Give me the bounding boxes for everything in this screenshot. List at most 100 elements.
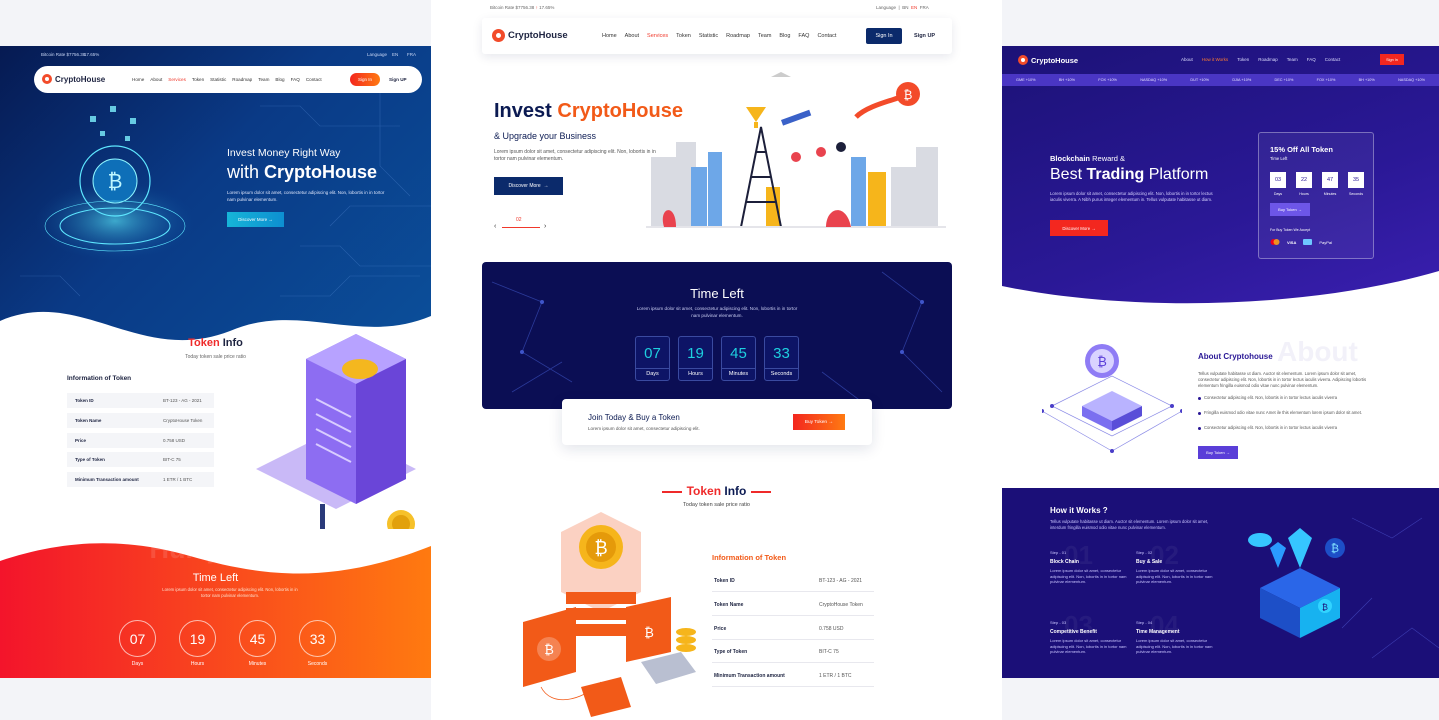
language-switcher: Language | BN EN FRA — [876, 5, 929, 10]
token-info-title-1: Token — [188, 337, 220, 349]
nav-services[interactable]: Services — [168, 77, 186, 82]
countdown-seconds: 33 — [299, 620, 336, 657]
about-title: About Cryptohouse — [1198, 352, 1273, 361]
table-row: Token Name CryptoHouse Token — [712, 594, 874, 616]
title-dash — [661, 491, 682, 493]
token-table-heading: Information of Token — [67, 375, 132, 382]
language-label: Language — [367, 52, 388, 57]
row-key: Token ID — [714, 578, 735, 584]
nav-statistic[interactable]: Statistic — [699, 33, 718, 39]
discover-more-button[interactable]: Discover More → — [494, 177, 563, 195]
about-list-item: Consectetur adipiscing elit. Non, lobort… — [1198, 425, 1378, 431]
nav-contact[interactable]: Contact — [306, 77, 322, 82]
nav-faq[interactable]: FAQ — [1307, 57, 1316, 62]
sign-up-button[interactable]: Sign UP — [389, 77, 407, 82]
discover-label: Discover More — [1062, 225, 1091, 231]
table-row: Price 0.758 USD — [67, 433, 214, 448]
step-watermark: 03 — [1064, 610, 1093, 640]
discover-label: Discover More — [508, 183, 541, 189]
nav-roadmap[interactable]: Roadmap — [726, 33, 750, 39]
nav-how-it-works[interactable]: How it Works — [1202, 57, 1228, 62]
card-icon — [1303, 239, 1313, 245]
row-value: 1 ETR / 1 BTC — [163, 477, 193, 482]
logo[interactable]: CryptoHouse — [1018, 55, 1078, 65]
svg-text:₿: ₿ — [594, 538, 607, 559]
nav-about[interactable]: About — [625, 33, 639, 39]
row-key: Type of Token — [714, 649, 748, 655]
countdown-label: Hours — [1299, 192, 1309, 196]
step-card: 04 Step - 04 Time Management Lorem ipsum do… — [1136, 610, 1216, 655]
trend-icon: ↑ — [535, 5, 538, 10]
title-1: Best — [1050, 166, 1083, 183]
logo[interactable]: CryptoHouse — [42, 74, 105, 84]
discover-more-button[interactable]: Discover More → — [227, 212, 284, 227]
nav-token[interactable]: Token — [192, 77, 204, 82]
nav-faq[interactable]: FAQ — [798, 33, 809, 39]
countdown-label: Minutes — [248, 661, 267, 667]
nav-team[interactable]: Team — [258, 77, 269, 82]
nav-menu: About How it Works Token Roadmap Team FA… — [1181, 57, 1340, 62]
time-left-text: Lorem ipsum dolor sit amet, consectetur … — [162, 587, 298, 598]
ticker-item: DJIA +10% — [1232, 78, 1252, 82]
time-left-title: Time Left — [690, 286, 744, 301]
nav-home[interactable]: Home — [602, 33, 617, 39]
offer-title: 15% Off All Token — [1270, 145, 1333, 154]
nav-faq[interactable]: FAQ — [291, 77, 300, 82]
table-row: Token ID BT-123 - AG - 2021 — [712, 570, 874, 592]
nav-roadmap[interactable]: Roadmap — [232, 77, 252, 82]
row-value: 0.758 USD — [163, 438, 186, 443]
buy-token-button[interactable]: Buy Token → — [1270, 203, 1310, 216]
hero-text: Lorem ipsum dolor sit amet, consectetur … — [494, 149, 656, 162]
countdown-seconds: 35 — [1348, 172, 1364, 188]
sign-in-button[interactable]: Sign In — [1380, 54, 1404, 65]
sign-in-button[interactable]: Sign In — [350, 73, 380, 86]
lang-fra[interactable]: FRA — [407, 52, 416, 57]
discover-more-button[interactable]: Discover More → — [1050, 220, 1108, 236]
nav-roadmap[interactable]: Roadmap — [1258, 57, 1278, 62]
nav-about[interactable]: About — [150, 77, 162, 82]
lang-en[interactable]: EN — [392, 52, 398, 57]
nav-contact[interactable]: Contact — [1325, 57, 1341, 62]
network-pattern — [491, 271, 943, 403]
left-navbar: CryptoHouse Home About Services Token St… — [34, 66, 422, 93]
nav-contact[interactable]: Contact — [817, 33, 836, 39]
nav-blog[interactable]: Blog — [275, 77, 284, 82]
row-key: Type of Token — [75, 457, 105, 462]
token-info-title-2: Info — [724, 484, 747, 498]
slider-prev-icon[interactable]: ‹ — [494, 223, 496, 230]
countdown-hours: 19 — [179, 620, 216, 657]
nav-about[interactable]: About — [1181, 57, 1193, 62]
lang-bn[interactable]: BN — [902, 5, 908, 10]
nav-statistic[interactable]: Statistic — [210, 77, 226, 82]
center-topbar: Bitcoin Rate $7756.38 ↑ 17.65% — [490, 5, 554, 10]
lang-en[interactable]: EN — [911, 5, 917, 10]
buy-token-button[interactable]: Buy Token → — [793, 414, 845, 430]
center-preview: Bitcoin Rate $7756.38 ↑ 17.65% Language … — [431, 0, 1002, 720]
logo[interactable]: CryptoHouse — [492, 29, 568, 42]
nav-services[interactable]: Services — [647, 33, 668, 39]
countdown-value: 33 — [773, 345, 790, 362]
nav-token[interactable]: Token — [676, 33, 691, 39]
row-key: Token Name — [75, 418, 102, 423]
row-key: Minimum Transaction amount — [75, 477, 139, 482]
countdown-label: Hours — [190, 661, 205, 667]
title-dash — [751, 491, 772, 493]
token-info-subtitle: Today token sale price ratio — [683, 502, 750, 508]
sign-in-button[interactable]: Sign In — [866, 28, 902, 44]
token-building-illustration — [256, 334, 416, 529]
about-buy-token-button[interactable]: Buy Token → — [1198, 446, 1238, 459]
slider-next-icon[interactable]: › — [544, 223, 546, 230]
nav-token[interactable]: Token — [1237, 57, 1249, 62]
lang-fra[interactable]: FRA — [920, 5, 929, 10]
rate-change: 17.65% — [84, 52, 100, 57]
logo-icon — [1018, 55, 1028, 65]
nav-team[interactable]: Team — [1287, 57, 1298, 62]
row-value: BIT-C 75 — [163, 457, 181, 462]
slide-number: 02 — [516, 217, 522, 223]
nav-home[interactable]: Home — [132, 77, 144, 82]
nav-team[interactable]: Team — [758, 33, 771, 39]
buy-token-label: Buy Token — [1206, 450, 1225, 455]
nav-blog[interactable]: Blog — [779, 33, 790, 39]
sign-up-button[interactable]: Sign UP — [914, 33, 935, 39]
discover-label: Discover More — [238, 217, 268, 222]
